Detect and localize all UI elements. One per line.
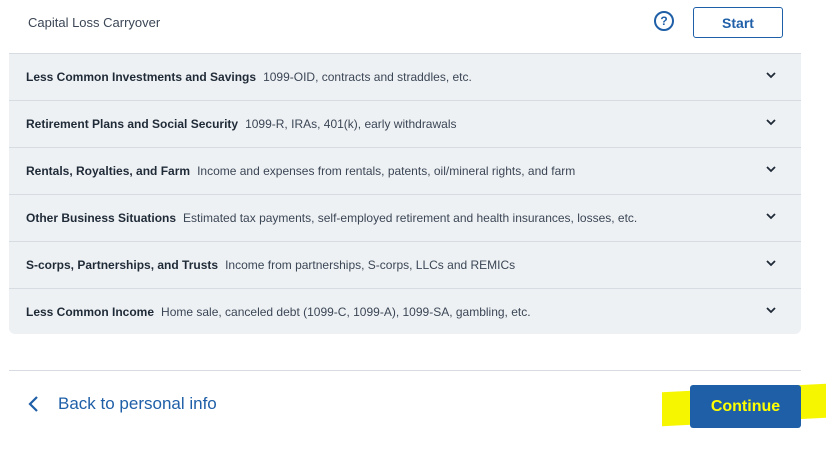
accordion-item-title: Retirement Plans and Social Security xyxy=(26,117,239,131)
accordion-item-title: Less Common Income xyxy=(26,304,155,319)
chevron-down-icon[interactable] xyxy=(766,164,776,174)
chevron-down-icon[interactable] xyxy=(766,305,776,315)
start-button[interactable]: Start xyxy=(693,7,783,38)
capital-loss-carryover-row: Capital Loss Carryover ? Start xyxy=(9,0,801,53)
chevron-down-icon[interactable] xyxy=(766,211,776,221)
accordion-item-description: Income and expenses from rentals, patent… xyxy=(197,164,576,178)
capital-loss-carryover-label: Capital Loss Carryover xyxy=(28,15,161,30)
accordion-item-s-corps-partnerships-trusts[interactable]: S-corps, Partnerships, and Trusts Income… xyxy=(9,241,801,288)
back-link-label: Back to personal info xyxy=(58,394,217,413)
accordion-item-description: 1099-OID, contracts and straddles, etc. xyxy=(263,70,472,84)
chevron-down-icon[interactable] xyxy=(766,70,776,80)
accordion-item-rentals-royalties-farm[interactable]: Rentals, Royalties, and Farm Income and … xyxy=(9,147,801,194)
continue-button[interactable]: Continue xyxy=(690,385,801,428)
accordion-item-other-business-situations[interactable]: Other Business Situations Estimated tax … xyxy=(9,194,801,241)
accordion-item-title: Other Business Situations xyxy=(26,211,177,225)
footer-divider xyxy=(9,370,801,371)
accordion-item-description: Income from partnerships, S-corps, LLCs … xyxy=(225,258,516,272)
accordion-item-description: Home sale, canceled debt (1099-C, 1099-A… xyxy=(161,304,531,319)
accordion-item-retirement-plans[interactable]: Retirement Plans and Social Security 109… xyxy=(9,100,801,147)
accordion-item-description: Estimated tax payments, self-employed re… xyxy=(183,211,638,225)
accordion-item-less-common-income[interactable]: Less Common Income Home sale, canceled d… xyxy=(9,288,801,334)
question-circle-icon[interactable]: ? xyxy=(654,11,674,31)
chevron-left-icon xyxy=(28,396,38,412)
accordion-item-title: S-corps, Partnerships, and Trusts xyxy=(26,258,219,272)
back-to-personal-info-link[interactable]: Back to personal info xyxy=(27,394,217,414)
accordion-list: Less Common Investments and Savings 1099… xyxy=(9,53,801,334)
accordion-item-less-common-investments[interactable]: Less Common Investments and Savings 1099… xyxy=(9,53,801,100)
chevron-down-icon[interactable] xyxy=(766,117,776,127)
chevron-down-icon[interactable] xyxy=(766,258,776,268)
accordion-item-title: Rentals, Royalties, and Farm xyxy=(26,164,191,178)
accordion-item-title: Less Common Investments and Savings xyxy=(26,70,257,84)
accordion-item-description: 1099-R, IRAs, 401(k), early withdrawals xyxy=(245,117,457,131)
